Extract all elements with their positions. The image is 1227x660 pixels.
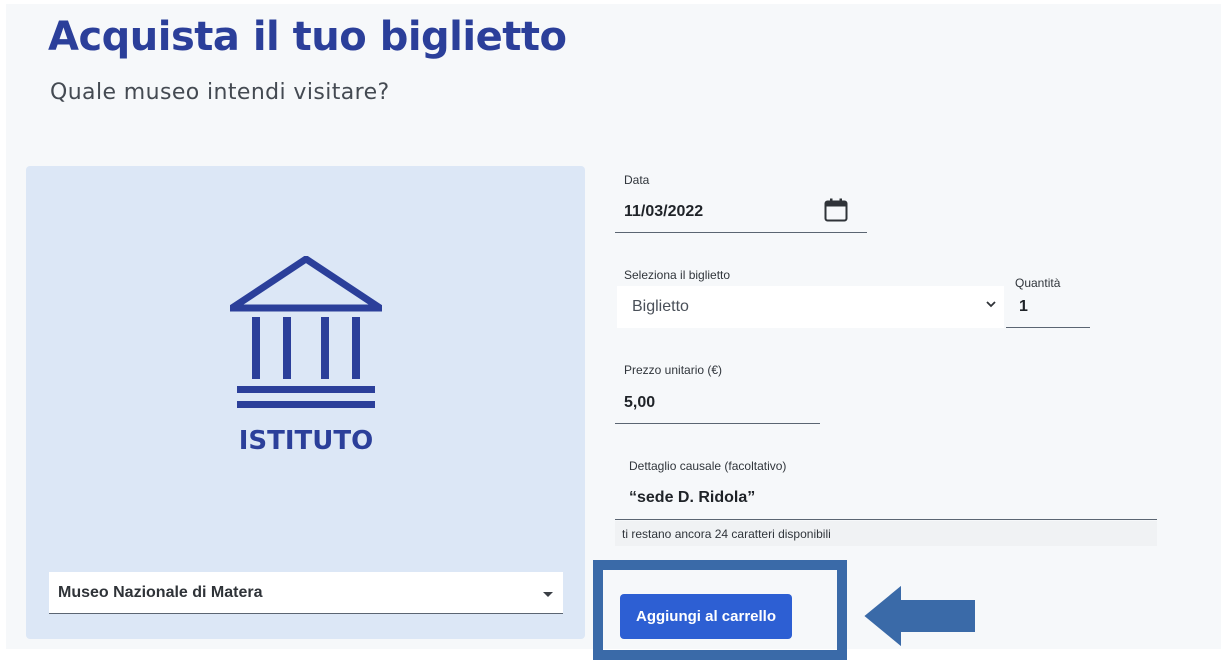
date-underline bbox=[615, 232, 867, 233]
add-to-cart-button[interactable]: Aggiungi al carrello bbox=[620, 594, 792, 639]
price-label: Prezzo unitario (€) bbox=[624, 363, 723, 377]
quantity-field[interactable]: Quantità 1 bbox=[1006, 270, 1090, 328]
quantity-value: 1 bbox=[1019, 298, 1028, 315]
page-subtitle: Quale museo intendi visitare? bbox=[50, 80, 390, 105]
ticket-select[interactable]: Biglietto bbox=[617, 286, 1004, 328]
quantity-label: Quantità bbox=[1015, 276, 1061, 290]
detail-field[interactable]: Dettaglio causale (facoltativo) “sede D.… bbox=[615, 447, 1157, 520]
quantity-underline bbox=[1006, 327, 1090, 328]
caret-down-icon bbox=[543, 592, 553, 597]
price-field: Prezzo unitario (€) 5,00 bbox=[615, 355, 820, 424]
museum-building-icon bbox=[230, 256, 382, 408]
date-value: 11/03/2022 bbox=[624, 203, 704, 220]
museum-select-value: Museo Nazionale di Matera bbox=[58, 584, 263, 601]
date-label: Data bbox=[624, 173, 650, 187]
museum-label: ISTITUTO bbox=[238, 426, 374, 456]
ticket-select-value: Biglietto bbox=[632, 298, 689, 315]
price-value: 5,00 bbox=[624, 394, 656, 411]
calendar-icon[interactable] bbox=[824, 198, 848, 222]
price-underline bbox=[615, 423, 820, 424]
arrow-left-icon bbox=[864, 586, 975, 646]
ticket-label: Seleziona il biglietto bbox=[624, 268, 731, 282]
detail-label: Dettaglio causale (facoltativo) bbox=[629, 459, 787, 473]
char-counter-text: ti restano ancora 24 caratteri disponibi… bbox=[622, 527, 831, 541]
detail-value: “sede D. Ridola” bbox=[629, 489, 756, 506]
char-counter: ti restano ancora 24 caratteri disponibi… bbox=[615, 521, 1157, 546]
page-title: Acquista il tuo biglietto bbox=[48, 14, 567, 60]
chevron-down-icon bbox=[986, 301, 996, 308]
museum-select[interactable]: Museo Nazionale di Matera bbox=[49, 572, 563, 614]
detail-underline bbox=[615, 519, 1157, 520]
